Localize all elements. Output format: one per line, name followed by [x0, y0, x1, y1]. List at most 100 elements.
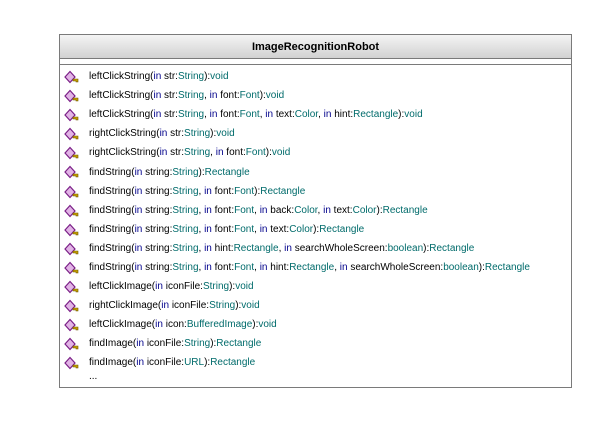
param-type: Rectangle [233, 242, 279, 254]
param-type: Rectangle [353, 109, 399, 121]
param-direction: in [155, 281, 163, 293]
public-operation-icon [64, 223, 79, 237]
operation-signature: findString(in string:String, in font:Fon… [89, 205, 428, 216]
operation-row[interactable]: leftClickString(in str:String, in font:F… [60, 105, 571, 124]
return-type: Rectangle [484, 261, 530, 273]
param-name: string: [142, 204, 173, 216]
public-operation-icon [64, 108, 79, 122]
param-name: font: [211, 204, 235, 216]
operation-row[interactable]: findString(in string:String, in font:Fon… [60, 182, 571, 201]
operation-signature: findString(in string:String, in hint:Rec… [89, 243, 474, 254]
param-name: string: [142, 166, 173, 178]
operation-row[interactable]: findString(in string:String):Rectangle [60, 162, 571, 181]
operation-name: findImage( [89, 357, 137, 369]
param-name: font: [211, 185, 235, 197]
return-type: void [235, 281, 254, 293]
param-direction: in [136, 357, 145, 369]
param-type: String [177, 90, 205, 102]
operation-row[interactable]: findString(in string:String, in font:Fon… [60, 220, 571, 239]
param-type: String [184, 147, 211, 159]
uml-class-box[interactable]: ImageRecognitionRobot leftClickString(in… [59, 34, 572, 388]
param-type: Font [234, 223, 255, 235]
operation-row[interactable]: rightClickString(in str:String, in font:… [60, 143, 571, 162]
operation-row[interactable]: findString(in string:String, in hint:Rec… [60, 239, 571, 258]
operation-row[interactable]: leftClickString(in str:String, in font:F… [60, 86, 571, 105]
operation-row[interactable]: findString(in string:String, in font:Fon… [60, 201, 571, 220]
param-name: iconFile: [169, 300, 210, 312]
param-name: str: [161, 109, 178, 121]
param-name: string: [142, 185, 173, 197]
param-name: font: [217, 109, 240, 121]
operation-signature: leftClickString(in str:String, in font:F… [89, 109, 423, 120]
operation-name: leftClickImage( [89, 281, 156, 293]
operation-row[interactable]: findString(in string:String, in font:Fon… [60, 258, 571, 277]
param-type: String [177, 71, 205, 83]
operation-name: rightClickString( [89, 147, 160, 159]
param-direction: in [136, 338, 145, 350]
return-type: Rectangle [382, 204, 428, 216]
operation-row[interactable]: leftClickImage(in icon:BufferedImage):vo… [60, 315, 571, 334]
operation-name: leftClickString( [89, 90, 154, 102]
return-type: Rectangle [204, 166, 250, 178]
param-name: back: [267, 204, 295, 216]
param-name: font: [211, 261, 235, 273]
param-type: Color [289, 223, 314, 235]
operation-name: findString( [89, 242, 135, 254]
operation-name: leftClickString( [89, 71, 154, 83]
operation-signature: findImage(in iconFile:String):Rectangle [89, 338, 261, 349]
operation-row[interactable]: rightClickImage(in iconFile:String):void [60, 296, 571, 315]
public-operation-icon [64, 204, 79, 218]
operation-row[interactable]: findImage(in iconFile:String):Rectangle [60, 334, 571, 353]
operation-signature: leftClickString(in str:String, in font:F… [89, 90, 284, 101]
param-direction: in [259, 223, 268, 235]
param-type: Rectangle [289, 261, 335, 273]
public-operation-icon [64, 127, 79, 141]
return-type: void [404, 109, 423, 121]
more-operations-indicator: ... [60, 371, 571, 387]
operation-name: rightClickImage( [89, 300, 162, 312]
operation-row[interactable]: findImage(in iconFile:URL):Rectangle [60, 353, 571, 372]
param-type: Color [294, 109, 319, 121]
operation-name: leftClickString( [89, 109, 154, 121]
return-type: void [216, 128, 235, 140]
param-type: String [172, 261, 199, 273]
public-operation-icon [64, 357, 79, 370]
param-direction: in [265, 109, 274, 121]
param-type: Font [239, 109, 260, 121]
param-type: boolean [387, 242, 424, 254]
return-type: void [210, 71, 229, 83]
public-operation-icon [64, 280, 79, 294]
param-name: text: [330, 204, 353, 216]
return-type: void [265, 90, 285, 102]
param-name: str: [167, 128, 185, 140]
return-type: Rectangle [260, 185, 306, 197]
operation-signature: rightClickString(in str:String):void [89, 128, 235, 139]
operation-name: leftClickImage( [89, 319, 156, 331]
operation-row[interactable]: leftClickString(in str:String):void [60, 67, 571, 86]
operation-name: findString( [89, 204, 135, 216]
param-type: Color [294, 204, 318, 216]
public-operation-icon [64, 146, 79, 160]
param-direction: in [339, 261, 348, 273]
param-direction: in [204, 204, 212, 216]
operations-compartment: leftClickString(in str:String):void leftC… [60, 65, 571, 373]
param-type: String [184, 128, 211, 140]
param-direction: in [155, 319, 163, 331]
param-name: iconFile: [162, 281, 203, 293]
public-operation-icon [64, 299, 79, 313]
operation-name: rightClickString( [89, 128, 160, 140]
operation-name: findString( [89, 185, 135, 197]
param-name: text: [267, 223, 290, 235]
operation-signature: rightClickImage(in iconFile:String):void [89, 300, 260, 311]
param-name: font: [223, 147, 246, 159]
operation-row[interactable]: leftClickImage(in iconFile:String):void [60, 277, 571, 296]
param-type: String [172, 185, 199, 197]
param-type: String [172, 242, 199, 254]
param-name: hint: [267, 261, 290, 273]
param-name: text: [273, 109, 295, 121]
param-name: string: [142, 223, 173, 235]
public-operation-icon [64, 166, 79, 179]
operation-row[interactable]: rightClickString(in str:String):void [60, 124, 571, 143]
return-type: Rectangle [319, 223, 365, 235]
param-direction: in [204, 185, 212, 197]
